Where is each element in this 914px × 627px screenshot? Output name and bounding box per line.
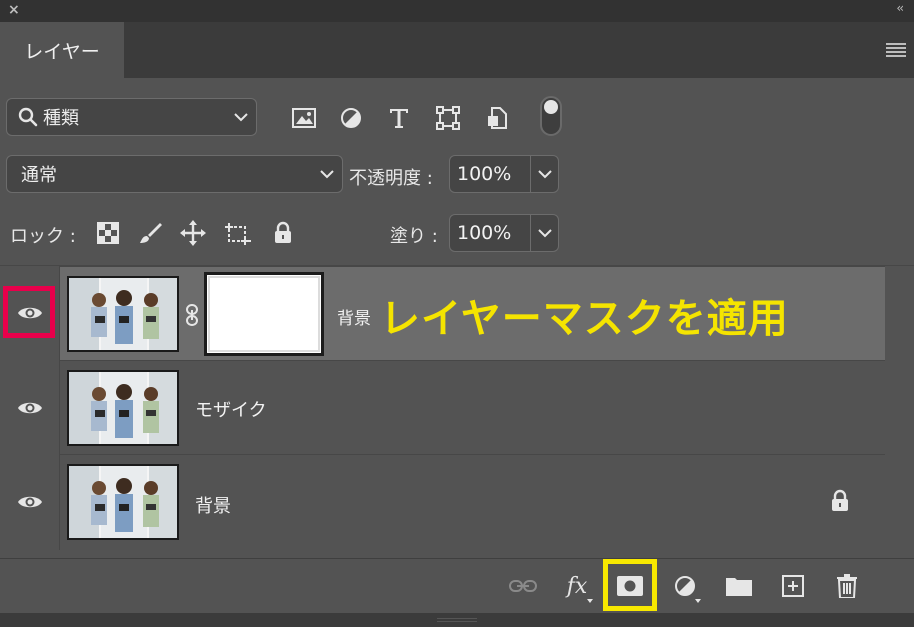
layer-row[interactable]: 背景 bbox=[60, 454, 885, 550]
close-icon[interactable]: × bbox=[8, 2, 20, 18]
lock-image-pixels-icon[interactable] bbox=[137, 219, 163, 247]
chevron-down-icon bbox=[538, 229, 552, 238]
layer-name[interactable]: 背景 bbox=[195, 492, 231, 518]
layer-row[interactable]: モザイク bbox=[60, 360, 885, 454]
smart-object-filter-icon[interactable] bbox=[482, 100, 512, 136]
lock-artboard-icon[interactable] bbox=[225, 219, 251, 247]
fx-label: fx bbox=[566, 573, 588, 599]
mask-button-highlight-box bbox=[603, 559, 657, 611]
blend-mode-label: 通常 bbox=[21, 165, 57, 186]
delete-icon[interactable] bbox=[829, 569, 865, 603]
opacity-dropdown[interactable] bbox=[530, 156, 558, 192]
image-filter-icon[interactable] bbox=[289, 100, 319, 136]
collapse-icon[interactable]: ‹‹ bbox=[896, 1, 903, 15]
opacity-field[interactable]: 100% bbox=[449, 155, 559, 193]
photo-thumbnail-image bbox=[69, 278, 177, 350]
panel-menu-icon[interactable] bbox=[886, 43, 906, 57]
layer-row[interactable]: 背景 レイヤーマスクを適用 bbox=[60, 266, 885, 360]
layer-name[interactable]: 背景 bbox=[337, 304, 371, 329]
photo-thumbnail-image bbox=[69, 466, 177, 538]
filter-toggle-switch[interactable] bbox=[540, 96, 562, 136]
new-layer-icon[interactable] bbox=[775, 569, 811, 603]
eye-icon bbox=[17, 402, 42, 414]
layer-mask-thumbnail[interactable] bbox=[204, 272, 324, 356]
panel-bottom-bar bbox=[0, 613, 914, 627]
type-filter-icon[interactable] bbox=[384, 100, 414, 136]
panel-footer: fx bbox=[0, 559, 914, 613]
visibility-toggle[interactable] bbox=[0, 455, 59, 549]
shape-filter-icon[interactable] bbox=[433, 100, 463, 136]
layer-thumbnail[interactable] bbox=[67, 370, 179, 446]
chevron-down-icon bbox=[234, 113, 248, 122]
adjustment-filter-icon[interactable] bbox=[336, 100, 366, 136]
layer-name[interactable]: モザイク bbox=[195, 396, 267, 422]
layers-panel-content: 種類 通常 不透明度 : 100% ロック : 塗り : 100% 背景 レイヤ… bbox=[0, 78, 914, 627]
visibility-toggle[interactable] bbox=[0, 361, 59, 455]
chevron-down-icon bbox=[538, 170, 552, 179]
search-icon bbox=[18, 107, 38, 127]
tab-layers[interactable]: レイヤー bbox=[0, 22, 124, 78]
fill-field[interactable]: 100% bbox=[449, 214, 559, 252]
layers-list: 背景 レイヤーマスクを適用 モザイク 背景 bbox=[0, 266, 914, 550]
layer-thumbnail[interactable] bbox=[67, 276, 179, 352]
panel-tab-row: レイヤー bbox=[0, 22, 914, 78]
eye-highlight-box bbox=[3, 286, 55, 338]
chevron-down-icon bbox=[320, 170, 334, 179]
fill-value[interactable]: 100% bbox=[450, 222, 530, 244]
lock-transparent-pixels-icon[interactable] bbox=[95, 219, 121, 247]
annotation-text: レイヤーマスクを適用 bbox=[380, 296, 789, 342]
layer-thumbnail[interactable] bbox=[67, 464, 179, 540]
lock-all-icon[interactable] bbox=[270, 219, 296, 247]
opacity-label: 不透明度 : bbox=[349, 168, 433, 189]
lock-position-icon[interactable] bbox=[180, 219, 206, 247]
opacity-value[interactable]: 100% bbox=[450, 163, 530, 185]
new-group-icon[interactable] bbox=[721, 569, 757, 603]
mask-link-icon[interactable] bbox=[185, 304, 199, 326]
toggle-knob bbox=[544, 100, 558, 114]
adjustment-layer-icon[interactable] bbox=[667, 569, 703, 603]
filter-kind-select[interactable]: 種類 bbox=[6, 98, 257, 136]
eye-icon bbox=[17, 496, 42, 508]
link-layers-icon[interactable] bbox=[505, 569, 541, 603]
resize-grip[interactable] bbox=[437, 618, 477, 622]
panel-top-bar: × ‹‹ bbox=[0, 0, 914, 22]
photo-thumbnail-image bbox=[69, 372, 177, 444]
fill-label: 塗り : bbox=[390, 226, 438, 247]
fx-icon[interactable]: fx bbox=[559, 569, 595, 603]
lock-label: ロック : bbox=[10, 226, 76, 247]
layer-lock-icon bbox=[832, 489, 848, 511]
blend-mode-select[interactable]: 通常 bbox=[6, 155, 343, 193]
filter-kind-label: 種類 bbox=[43, 108, 79, 129]
fill-dropdown[interactable] bbox=[530, 215, 558, 251]
